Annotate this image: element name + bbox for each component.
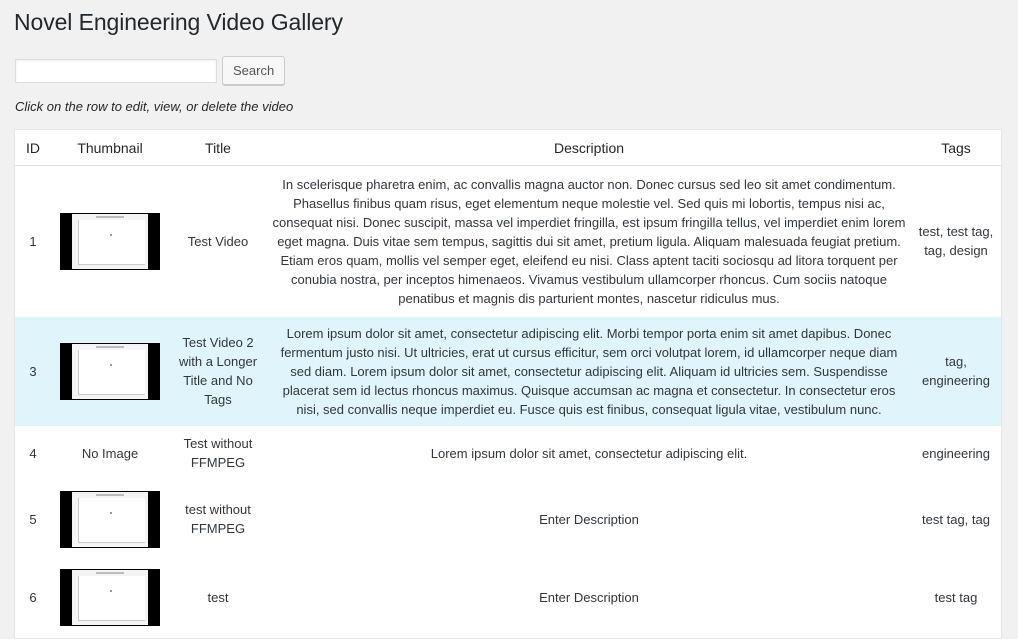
cell-id: 5 [29,511,37,527]
table-header-row: ID Thumbnail Title Description Tags [15,130,1001,166]
search-bar: Search [15,56,286,85]
video-thumbnail-image [60,212,160,270]
search-input[interactable] [15,58,217,83]
column-header-tags: Tags [911,130,1001,166]
table-row[interactable]: 6 test Enter Description test tag [15,558,1001,638]
column-header-description: Description [267,130,911,166]
cell-thumbnail [51,316,169,426]
search-button[interactable]: Search [222,56,286,85]
column-header-title: Title [169,130,267,166]
cell-title: Test Video 2 with a Longer Title and No … [169,316,267,426]
table-row[interactable]: 4 No Image Test without FFMPEG Lorem ips… [15,426,1001,481]
instruction-text: Click on the row to edit, view, or delet… [15,99,294,114]
table-row[interactable]: 1 Test Video In scelerisque pharetra eni… [15,166,1001,317]
cell-tags: test tag [934,590,978,605]
cell-description: Lorem ipsum dolor sit amet, consectetur … [267,316,911,426]
cell-id: 3 [15,316,51,426]
table-row[interactable]: 5 test without FFMPEG Enter Description … [15,481,1001,558]
cell-thumbnail: No Image [81,445,139,461]
cell-title: Test Video [187,233,249,249]
table-row[interactable]: 3 Test Video 2 with a Longer Title and N… [15,316,1001,426]
column-header-thumbnail: Thumbnail [51,130,169,166]
cell-description: Enter Description [539,511,639,527]
cell-tags: test, test tag, tag, design [918,224,994,259]
cell-description: In scelerisque pharetra enim, ac convall… [272,176,906,306]
cell-thumbnail [51,166,169,317]
cell-tags: tag, engineering [911,316,1001,426]
cell-description: Enter Description [539,590,639,605]
cell-description: Lorem ipsum dolor sit amet, consectetur … [430,445,748,461]
cell-id: 1 [29,233,37,249]
cell-thumbnail [51,558,169,638]
cell-title: test [207,590,229,605]
cell-id: 4 [29,445,37,461]
cell-tags: engineering [922,445,990,461]
page-title: Novel Engineering Video Gallery [14,9,343,35]
column-header-id: ID [15,130,51,166]
cell-tags: test tag, tag [922,511,990,527]
cell-title: test without FFMPEG [185,502,251,536]
cell-id: 6 [29,590,37,605]
cell-title: Test without FFMPEG [183,436,253,470]
video-thumbnail-image [60,569,160,626]
video-thumbnail-image [60,490,160,548]
cell-thumbnail [51,481,169,558]
video-table: ID Thumbnail Title Description Tags 1 Te… [14,129,1002,639]
video-thumbnail-image [60,342,160,400]
